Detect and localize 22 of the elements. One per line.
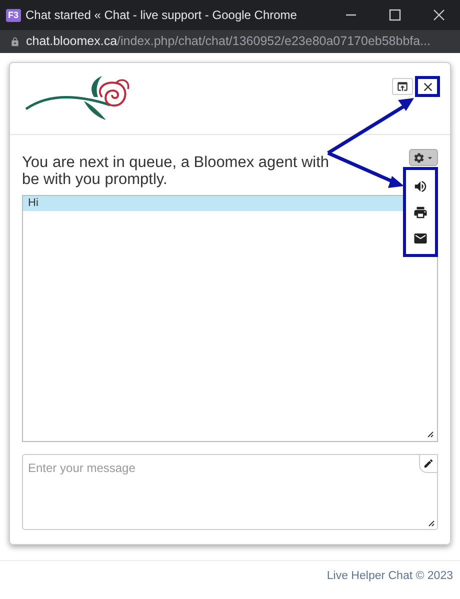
message-input[interactable]: Enter your message: [22, 454, 438, 530]
app-badge: F3: [6, 8, 21, 22]
popup-button[interactable]: [392, 78, 413, 95]
lock-icon: [10, 36, 20, 46]
pencil-icon: [423, 458, 434, 469]
settings-icon: [412, 152, 424, 164]
maximize-button[interactable]: [388, 8, 402, 22]
footer-credit: Live Helper Chat © 2023: [326, 569, 453, 584]
edit-button[interactable]: [419, 454, 438, 473]
resize-grip-icon[interactable]: [427, 431, 434, 438]
close-button[interactable]: [415, 76, 440, 97]
queue-status-text: You are next in queue, a Bloomex agent with be with you promptly.: [22, 154, 330, 188]
email-icon[interactable]: [413, 230, 428, 246]
url-text: chat.bloomex.ca/index.php/chat/chat/1360952/e23e80a07170eb58bbfa...: [26, 33, 431, 50]
print-icon[interactable]: [413, 204, 428, 220]
popup-icon: [396, 80, 409, 93]
address-bar[interactable]: chat.bloomex.ca/index.php/chat/chat/1360952/e23e80a07170eb58bbfa...: [0, 30, 460, 53]
resize-grip-icon[interactable]: [428, 520, 435, 527]
close-window-button[interactable]: [432, 8, 446, 22]
window-title: Chat started « Chat - live support - Google Chrome: [26, 7, 298, 24]
sound-icon[interactable]: [413, 178, 428, 194]
settings-dropdown-button[interactable]: [409, 149, 438, 166]
